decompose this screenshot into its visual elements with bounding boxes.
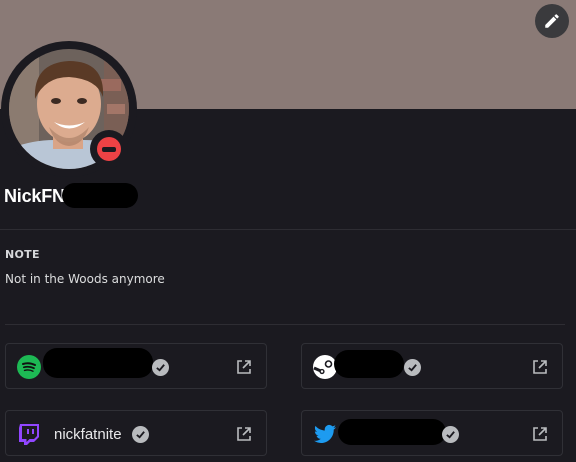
spotify-icon — [17, 355, 41, 379]
external-link-icon[interactable] — [236, 359, 252, 375]
redaction — [43, 348, 153, 378]
connection-spotify — [5, 343, 267, 389]
external-link-icon[interactable] — [236, 426, 252, 442]
username: NickFN — [4, 186, 65, 206]
divider — [0, 229, 576, 230]
connection-twitter — [301, 410, 563, 456]
twitch-icon — [19, 424, 39, 445]
connection-twitch: nickfatnite — [5, 410, 267, 456]
edit-profile-button[interactable] — [535, 4, 569, 38]
status-indicator — [90, 130, 128, 168]
do-not-disturb-icon — [97, 137, 121, 161]
verified-icon — [152, 359, 169, 376]
external-link-icon[interactable] — [532, 426, 548, 442]
redaction — [334, 350, 404, 378]
external-link-icon[interactable] — [532, 359, 548, 375]
note-title: NOTE — [5, 248, 40, 261]
pencil-icon — [545, 14, 559, 28]
note-text[interactable]: Not in the Woods anymore — [5, 272, 165, 286]
redaction — [62, 183, 138, 208]
verified-icon — [442, 426, 459, 443]
verified-icon — [404, 359, 421, 376]
connection-steam — [301, 343, 563, 389]
redaction — [338, 419, 446, 445]
connection-name: nickfatnite — [54, 426, 122, 443]
divider — [5, 324, 565, 325]
verified-icon — [132, 426, 149, 443]
twitter-icon — [314, 424, 336, 443]
